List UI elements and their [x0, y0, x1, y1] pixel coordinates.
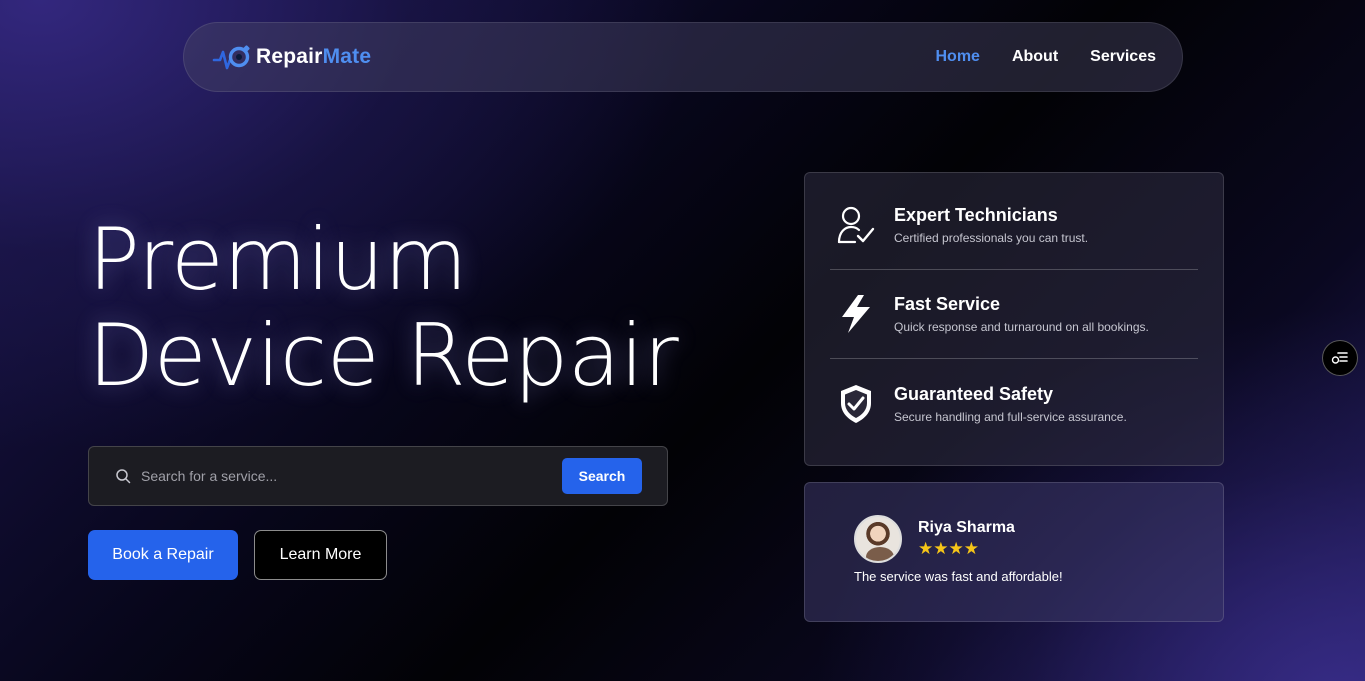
nav-link-about[interactable]: About — [1012, 48, 1058, 66]
feature-title: Guaranteed Safety — [894, 383, 1054, 404]
features-card: Expert Technicians Certified professiona… — [804, 172, 1224, 466]
learn-more-button[interactable]: Learn More — [254, 530, 387, 580]
star-rating: ★★★★ — [918, 539, 979, 558]
avatar — [854, 515, 902, 563]
search-bar: Search — [88, 446, 668, 506]
search-button[interactable]: Search — [562, 458, 642, 494]
hero-title-line2: Device Repair — [88, 306, 679, 406]
brand-name: RepairMate — [256, 45, 371, 69]
feature-item: Fast Service Quick response and turnarou… — [830, 270, 1198, 359]
feature-title: Fast Service — [894, 294, 1001, 314]
accessibility-menu-button[interactable] — [1322, 340, 1358, 376]
feature-description: Secure handling and full-service assuran… — [894, 409, 1127, 424]
search-icon — [116, 469, 131, 484]
nav-link-services[interactable]: Services — [1090, 48, 1156, 66]
feature-item: Guaranteed Safety Secure handling and fu… — [830, 359, 1198, 448]
brand-name-part1: Repair — [256, 45, 323, 68]
shield-check-icon — [836, 382, 876, 426]
lightning-icon — [836, 292, 876, 336]
feature-description: Quick response and turnaround on all boo… — [894, 320, 1149, 334]
testimonial-name: Riya Sharma — [918, 519, 1015, 536]
book-repair-button[interactable]: Book a Repair — [88, 530, 238, 580]
testimonial-header: Riya Sharma ★★★★ — [854, 515, 1223, 563]
feature-title: Expert Technicians — [894, 205, 1058, 225]
search-input[interactable] — [141, 468, 562, 484]
testimonial-quote: The service was fast and affordable! — [854, 569, 1063, 584]
hero-title: Premium Device Repair — [88, 210, 679, 406]
navbar: RepairMate Home About Services — [183, 22, 1183, 92]
user-check-icon — [836, 203, 876, 247]
nav-link-home[interactable]: Home — [936, 48, 980, 66]
menu-list-icon — [1331, 352, 1348, 364]
nav-links: Home About Services — [936, 48, 1157, 66]
testimonial-card: Riya Sharma ★★★★ The service was fast an… — [804, 482, 1224, 622]
feature-description: Certified professionals you can trust. — [894, 231, 1089, 245]
logo-icon — [212, 45, 250, 70]
brand-name-part2: Mate — [322, 45, 372, 68]
feature-item: Expert Technicians Certified professiona… — [830, 181, 1198, 270]
brand-logo[interactable]: RepairMate — [212, 40, 371, 74]
hero-title-line1: Premium — [88, 210, 468, 310]
